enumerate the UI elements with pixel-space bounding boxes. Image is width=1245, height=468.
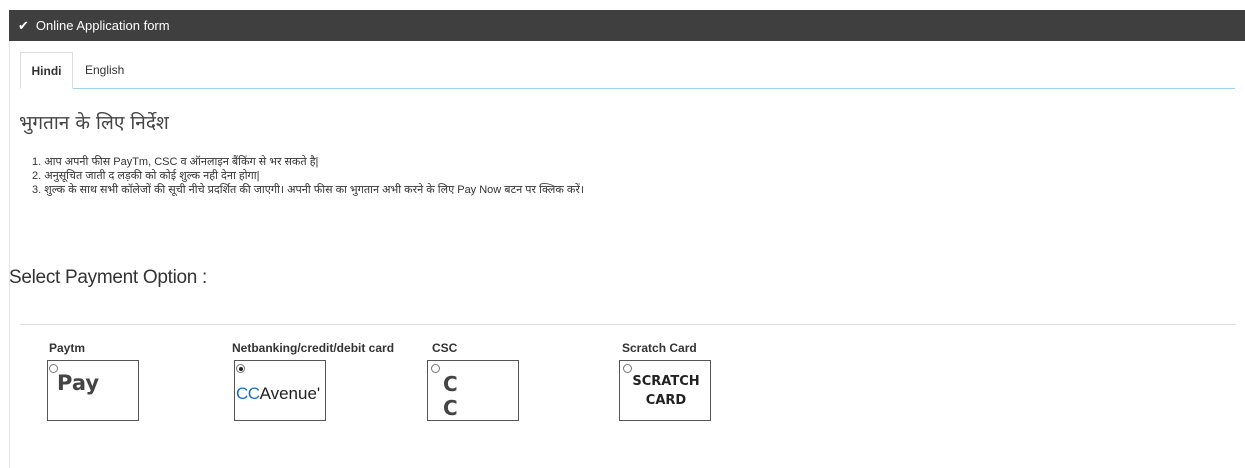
payment-heading: Select Payment Option :: [9, 267, 207, 288]
ccavenue-logo: CCAvenue': [236, 384, 321, 403]
scratch-card-label: Scratch Card: [622, 341, 697, 355]
tab-english[interactable]: English: [85, 52, 124, 89]
check-icon: ✔: [18, 17, 29, 33]
csc-label: CSC: [432, 341, 458, 355]
instructions-title: भुगतान के लिए निर्देश: [19, 112, 169, 134]
paytm-logo: Pay: [57, 371, 100, 395]
panel-title: Online Application form: [35, 18, 170, 33]
tab-hindi[interactable]: Hindi: [20, 52, 73, 89]
csc-option[interactable]: C C: [427, 360, 519, 421]
netbanking-radio[interactable]: [236, 364, 245, 373]
instructions-list: 1. आप अपनी फीस PayTm, CSC व ऑनलाइन बैंकि…: [32, 155, 584, 197]
divider: [20, 324, 1236, 325]
paytm-label: Paytm: [49, 341, 86, 355]
instruction-step: 2. अनुसूचित जाती द लड़की को कोई शुल्क नह…: [32, 170, 260, 182]
instruction-step: 1. आप अपनी फीस PayTm, CSC व ऑनलाइन बैंकि…: [32, 156, 319, 168]
panel-border: [9, 10, 10, 468]
panel-header: ✔ Online Application form: [9, 10, 1245, 41]
csc-logo: C C: [443, 372, 472, 420]
netbanking-label: Netbanking/credit/debit card: [232, 341, 395, 355]
scratch-card-logo: SCRATCH CARD: [632, 374, 700, 408]
paytm-option[interactable]: Pay: [47, 360, 139, 421]
scratch-card-option[interactable]: SCRATCH CARD: [619, 360, 711, 421]
csc-radio[interactable]: [431, 364, 440, 373]
language-tabs: Hindi English: [20, 52, 1235, 89]
instruction-step: 3. शुल्क के साथ सभी कॉलेजों की सूची नीचे…: [32, 184, 585, 196]
netbanking-option[interactable]: CCAvenue': [234, 360, 326, 421]
